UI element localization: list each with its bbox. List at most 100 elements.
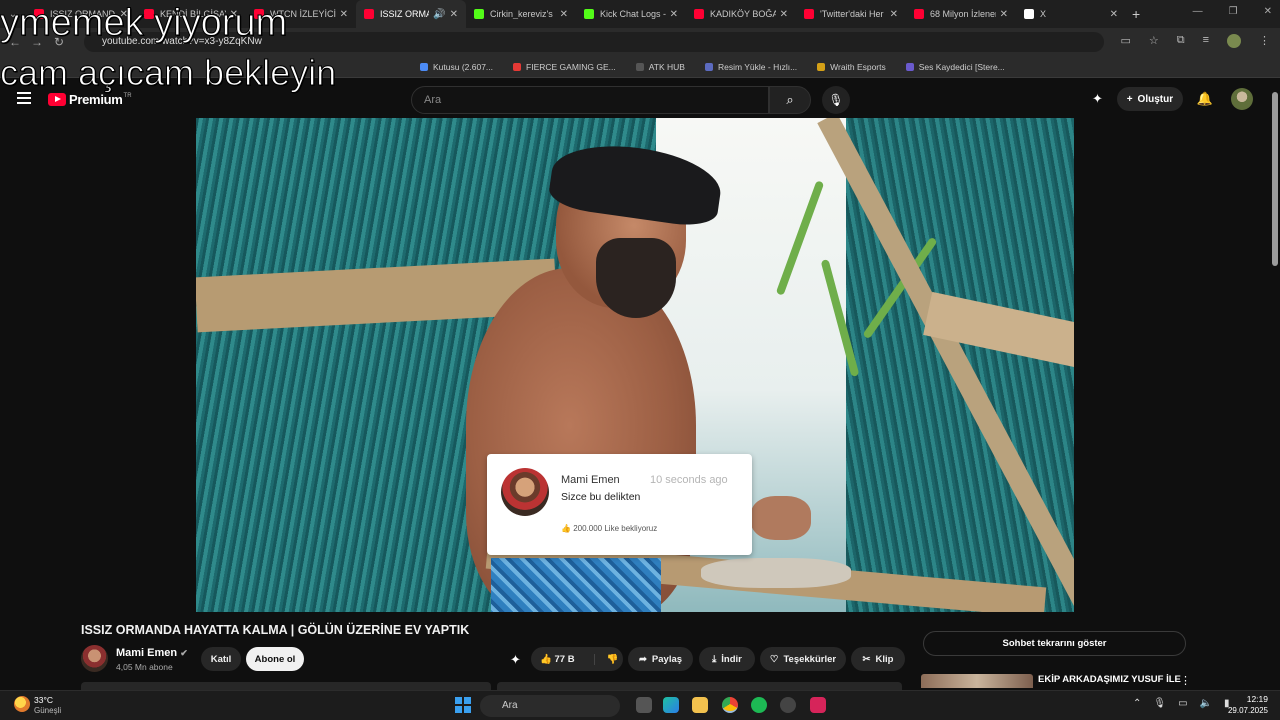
- speaker-icon[interactable]: 🔊: [433, 9, 445, 20]
- bookmark-star-icon[interactable]: ☆: [1149, 34, 1159, 48]
- taskbar-clock-time[interactable]: 12:19: [1232, 694, 1268, 704]
- profile-avatar-icon[interactable]: [1227, 34, 1241, 48]
- maximize-icon[interactable]: ❐: [1229, 6, 1238, 17]
- thumbs-down-icon: 👎: [606, 653, 619, 665]
- create-button[interactable]: + Oluştur: [1116, 87, 1183, 111]
- youtube-favicon-icon: [694, 9, 704, 19]
- search-input[interactable]: Ara: [411, 86, 769, 114]
- edge-browser-icon[interactable]: [663, 697, 679, 713]
- tab-3-active[interactable]: ISSIZ ORMAN🔊✕: [356, 0, 466, 28]
- close-icon[interactable]: ✕: [340, 9, 348, 20]
- tab-4[interactable]: Cirkin_kereviz's K ✕: [466, 0, 576, 28]
- gemini-ask-icon[interactable]: ✦: [510, 652, 521, 668]
- like-button[interactable]: 👍 77 B: [540, 654, 575, 665]
- weather-sun-icon[interactable]: [14, 696, 30, 712]
- kick-favicon-icon: [474, 9, 484, 19]
- more-options-icon[interactable]: ⋮: [1180, 674, 1191, 687]
- thumbs-up-icon: 👍: [540, 653, 552, 665]
- close-icon[interactable]: ✕: [1000, 9, 1008, 20]
- join-button[interactable]: Katıl: [201, 647, 241, 671]
- bookmark-item[interactable]: ATK HUB: [635, 62, 685, 72]
- bookmark-item[interactable]: Resim Yükle - Hızlı...: [704, 62, 797, 72]
- chrome-browser-icon[interactable]: [722, 697, 738, 713]
- bookmark-item[interactable]: Ses Kaydedici [Stere...: [905, 62, 1005, 72]
- tab-7[interactable]: 'Twitter'daki Her ✕: [796, 0, 906, 28]
- like-dislike-group: 👍 77 B 👎: [531, 647, 623, 671]
- reading-list-icon[interactable]: ≡: [1203, 34, 1209, 48]
- tray-volume-icon[interactable]: 🔈: [1200, 698, 1212, 709]
- search-icon: ⌕: [786, 92, 794, 107]
- file-explorer-icon[interactable]: [692, 697, 708, 713]
- window-controls: — ❐ ✕: [1193, 6, 1272, 17]
- task-view-icon[interactable]: [636, 697, 652, 713]
- tab-6[interactable]: KADIKÖY BOĞASI✕: [686, 0, 796, 28]
- download-button[interactable]: ⤓ İndir: [699, 647, 755, 671]
- tab-8[interactable]: 68 Milyon İzlenen ✕: [906, 0, 1016, 28]
- cement-bag: [701, 558, 851, 588]
- bookmark-item[interactable]: FIERCE GAMING GE...: [513, 62, 616, 72]
- voice-search-button[interactable]: 🎙: [822, 86, 850, 114]
- valorant-icon[interactable]: [810, 697, 826, 713]
- channel-name[interactable]: Mami Emen ✔: [116, 647, 188, 659]
- header-actions: ✦ + Oluştur 🔔: [1092, 87, 1254, 111]
- bookmark-item[interactable]: Kutusu (2.607...: [420, 62, 493, 72]
- youtube-favicon-icon: [914, 9, 924, 19]
- window-close-icon[interactable]: ✕: [1264, 6, 1272, 17]
- overlay-line-1: ymemek yiyorum: [0, 2, 288, 45]
- tab-5[interactable]: Kick Chat Logs - S✕: [576, 0, 686, 28]
- minimize-icon[interactable]: —: [1193, 6, 1203, 17]
- description-box[interactable]: [81, 682, 491, 690]
- extensions-puzzle-icon[interactable]: ⧉: [1177, 34, 1185, 48]
- weather-temperature[interactable]: 33°C: [34, 695, 53, 705]
- youtube-favicon-icon: [804, 9, 814, 19]
- close-icon[interactable]: ✕: [560, 9, 568, 20]
- plus-icon: +: [1126, 93, 1133, 105]
- tray-mic-icon[interactable]: 🎙: [1153, 698, 1166, 709]
- close-icon[interactable]: ✕: [670, 9, 678, 20]
- search-button[interactable]: ⌕: [769, 86, 811, 114]
- system-tray: ⌃ 🎙 ▭ 🔈 ▮: [1133, 698, 1230, 709]
- show-chat-replay-button[interactable]: Sohbet tekrarını göster: [923, 631, 1186, 656]
- account-avatar[interactable]: [1231, 88, 1254, 110]
- cast-icon[interactable]: ▭: [1120, 34, 1130, 48]
- comments-box[interactable]: [497, 682, 902, 690]
- chat-message: Sizce bu delikten: [561, 491, 641, 503]
- subscribe-button[interactable]: Abone ol: [246, 647, 304, 671]
- share-button[interactable]: ➦ Paylaş: [628, 647, 693, 671]
- bookmark-favicon-icon: [635, 62, 644, 71]
- tray-chevron-up-icon[interactable]: ⌃: [1133, 698, 1141, 709]
- taskbar-search-input[interactable]: Ara: [480, 695, 620, 717]
- close-icon[interactable]: ✕: [450, 9, 458, 20]
- share-arrow-icon: ➦: [638, 653, 647, 665]
- new-tab-plus-icon[interactable]: +: [1132, 6, 1140, 22]
- close-icon[interactable]: ✕: [890, 9, 898, 20]
- download-icon: ⤓: [712, 653, 717, 665]
- dislike-button[interactable]: 👎: [593, 653, 619, 665]
- microphone-icon: 🎙: [828, 93, 844, 107]
- windows-start-icon[interactable]: [455, 697, 471, 713]
- clip-button[interactable]: ✂ Klip: [851, 647, 905, 671]
- person-beard: [596, 238, 676, 318]
- weather-status[interactable]: Güneşli: [34, 706, 61, 715]
- thanks-button[interactable]: ♡ Teşekkürler: [760, 647, 846, 671]
- recommended-thumbnail[interactable]: [921, 674, 1033, 688]
- taskbar-clock-date[interactable]: 29.07.2025: [1222, 706, 1268, 715]
- recommended-title[interactable]: EKİP ARKADAŞIMIZ YUSUF İLE: [1038, 674, 1181, 685]
- page-scrollbar[interactable]: [1272, 92, 1278, 266]
- bookmark-item[interactable]: Wraith Esports: [817, 62, 886, 72]
- channel-avatar[interactable]: [81, 645, 108, 672]
- menu-kebab-icon[interactable]: ⋮: [1259, 34, 1270, 48]
- close-icon[interactable]: ✕: [1110, 9, 1118, 20]
- tray-network-icon[interactable]: ▭: [1178, 698, 1187, 709]
- notifications-bell-icon[interactable]: 🔔: [1197, 91, 1213, 107]
- close-icon[interactable]: ✕: [780, 9, 788, 20]
- bookmark-favicon-icon: [420, 62, 428, 71]
- person-shorts: [491, 558, 661, 612]
- windows-taskbar: 33°C Güneşli ⌕ Ara ⌃ 🎙 ▭ 🔈 ▮ 12:19 29.07…: [0, 690, 1280, 720]
- spotify-icon[interactable]: [751, 697, 767, 713]
- discord-icon[interactable]: [780, 697, 796, 713]
- gemini-sparkle-icon[interactable]: ✦: [1092, 91, 1103, 107]
- tab-9[interactable]: X ✕: [1016, 0, 1126, 28]
- kick-favicon-icon: [584, 9, 594, 19]
- bookmark-favicon-icon: [817, 62, 826, 71]
